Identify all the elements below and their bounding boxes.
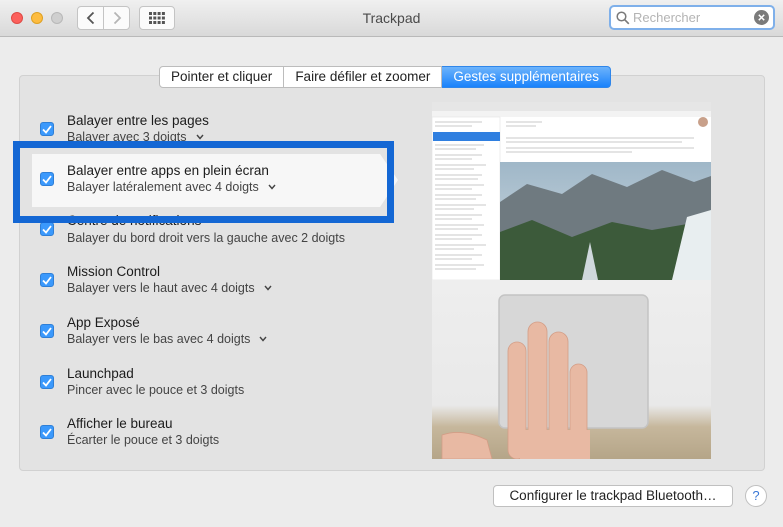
chevron-down-icon bbox=[195, 134, 204, 140]
close-icon bbox=[758, 14, 765, 21]
gesture-subtitle: Balayer vers le haut avec 4 doigts bbox=[67, 281, 255, 295]
search-input[interactable] bbox=[633, 9, 751, 26]
chevron-down-icon bbox=[264, 285, 272, 291]
clear-search-button[interactable] bbox=[754, 10, 769, 25]
mail-screenshot-illustration bbox=[432, 102, 711, 281]
checkbox-app-expose[interactable] bbox=[40, 324, 54, 338]
gesture-description: Balayer du bord droit vers la gauche ave… bbox=[67, 231, 345, 245]
checkmark-icon bbox=[42, 275, 52, 285]
gesture-subtitle: Balayer du bord droit vers la gauche ave… bbox=[67, 231, 345, 245]
checkmark-icon bbox=[42, 377, 52, 387]
gesture-subtitle: Balayer vers le bas avec 4 doigts bbox=[67, 332, 251, 346]
checkbox-show-desktop[interactable] bbox=[40, 425, 54, 439]
configure-bluetooth-trackpad-button[interactable]: Configurer le trackpad Bluetooth… bbox=[493, 485, 733, 507]
gesture-title: Launchpad bbox=[67, 366, 134, 381]
help-button[interactable]: ? bbox=[745, 485, 767, 507]
search-icon bbox=[616, 11, 630, 25]
gesture-subtitle: Pincer avec le pouce et 3 doigts bbox=[67, 383, 245, 397]
checkmark-icon bbox=[42, 427, 52, 437]
tab-more-gestures[interactable]: Gestes supplémentaires bbox=[442, 66, 611, 88]
search-field[interactable] bbox=[609, 5, 775, 30]
gesture-preview-image bbox=[432, 102, 711, 459]
tab-bar: Pointer et cliquer Faire défiler et zoom… bbox=[159, 66, 611, 88]
gesture-title: Afficher le bureau bbox=[67, 416, 173, 431]
hand-on-trackpad-illustration bbox=[441, 294, 649, 459]
gesture-subtitle: Écarter le pouce et 3 doigts bbox=[67, 433, 220, 447]
gesture-option-menu[interactable]: Balayer vers le bas avec 4 doigts bbox=[67, 332, 267, 346]
gesture-title: Mission Control bbox=[67, 264, 161, 279]
checkbox-launchpad[interactable] bbox=[40, 375, 54, 389]
gesture-option-menu[interactable]: Balayer vers le haut avec 4 doigts bbox=[67, 281, 272, 295]
checkbox-mission-control[interactable] bbox=[40, 273, 54, 287]
tab-scroll-and-zoom[interactable]: Faire défiler et zoomer bbox=[284, 66, 443, 88]
tab-point-and-click[interactable]: Pointer et cliquer bbox=[159, 66, 285, 88]
checkbox-notification-center[interactable] bbox=[40, 222, 54, 236]
chevron-down-icon bbox=[259, 336, 267, 342]
gesture-description: Écarter le pouce et 3 doigts bbox=[67, 433, 219, 447]
gesture-description: Pincer avec le pouce et 3 doigts bbox=[67, 383, 244, 397]
checkmark-icon bbox=[42, 124, 52, 134]
title-bar: Trackpad bbox=[0, 0, 783, 37]
checkmark-icon bbox=[42, 326, 52, 336]
gesture-title: App Exposé bbox=[67, 315, 140, 330]
mail-window-preview bbox=[432, 102, 711, 281]
highlight-frame bbox=[13, 141, 394, 223]
gesture-title: Balayer entre les pages bbox=[67, 113, 209, 128]
checkbox-swipe-between-pages[interactable] bbox=[40, 122, 54, 136]
checkmark-icon bbox=[42, 224, 52, 234]
trackpad-hand-illustration bbox=[432, 280, 711, 459]
